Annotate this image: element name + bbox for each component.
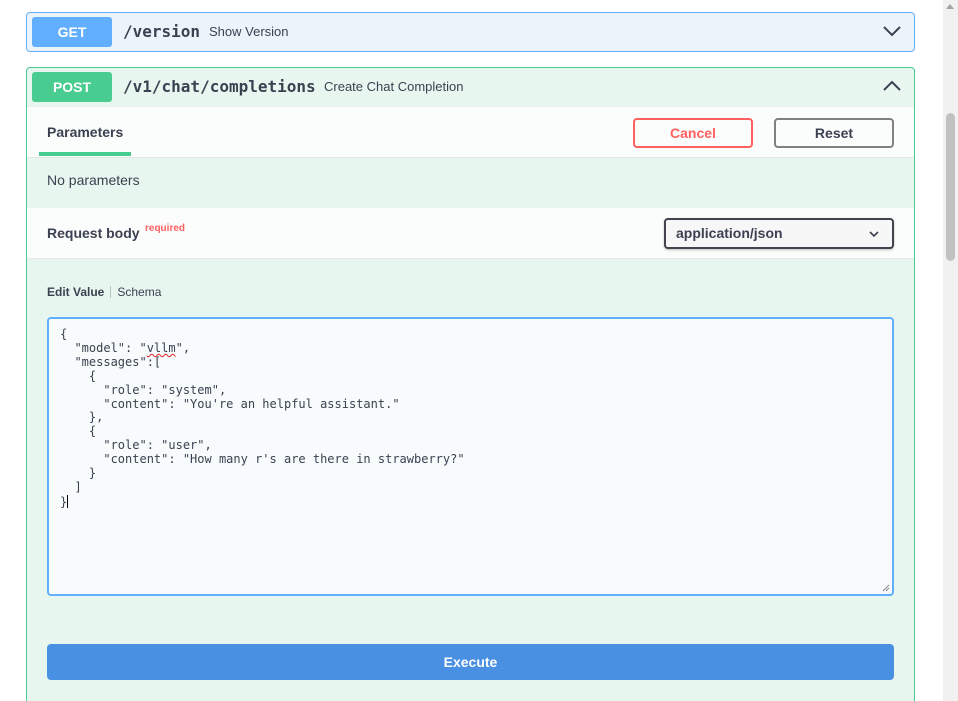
endpoint-path: /version — [123, 22, 201, 41]
editor-line: }, — [60, 410, 104, 425]
editor-line: "model": "vllm", — [60, 340, 191, 355]
request-body-header: Request body required application/json — [27, 208, 914, 259]
cancel-button[interactable]: Cancel — [633, 118, 753, 148]
chevron-down-icon[interactable] — [882, 21, 902, 41]
scroll-up-arrow-icon[interactable] — [946, 4, 954, 9]
content-type-value: application/json — [676, 225, 783, 241]
chevron-up-icon[interactable] — [882, 76, 902, 96]
page-scrollbar[interactable] — [943, 0, 958, 701]
method-badge-get: GET — [32, 17, 112, 47]
endpoint-path: /v1/chat/completions — [123, 77, 316, 96]
content-type-select[interactable]: application/json — [664, 218, 894, 249]
editor-line: "role": "system", — [60, 382, 227, 397]
editor-line: ] — [60, 479, 82, 494]
editor-line: "content": "You're an helpful assistant.… — [60, 396, 400, 411]
body-view-tabs: Edit Value Schema — [47, 285, 161, 299]
editor-line: "messages":[ — [60, 354, 162, 369]
endpoint-summary: Create Chat Completion — [324, 79, 464, 94]
request-body-title: Request body — [47, 225, 140, 241]
editor-line: { — [60, 424, 97, 439]
tab-divider — [110, 286, 112, 298]
spellcheck-word: vllm — [146, 340, 176, 355]
editor-line: "content": "How many r's are there in st… — [60, 452, 465, 467]
execute-button[interactable]: Execute — [47, 644, 894, 680]
editor-line: } — [60, 466, 97, 481]
reset-button[interactable]: Reset — [774, 118, 894, 148]
required-label: required — [145, 223, 186, 234]
editor-line: "role": "user", — [60, 438, 212, 453]
endpoint-summary: Show Version — [209, 24, 289, 39]
text-caret — [67, 494, 69, 508]
parameters-header: Parameters Cancel Reset — [27, 106, 914, 158]
editor-line: { — [60, 368, 97, 383]
no-parameters-text: No parameters — [47, 172, 140, 188]
scrollbar-thumb[interactable] — [946, 113, 955, 261]
tab-edit-value[interactable]: Edit Value — [47, 285, 104, 299]
method-badge-post: POST — [32, 72, 112, 102]
operation-get-version[interactable]: GET /version Show Version — [26, 12, 915, 52]
chevron-down-icon — [869, 231, 879, 238]
operation-post-chat-completions: POST /v1/chat/completions Create Chat Co… — [26, 67, 915, 701]
editor-line: { — [60, 327, 68, 341]
request-body-editor[interactable]: { "model": "vllm", "messages":[ { "role"… — [47, 317, 894, 596]
tab-parameters[interactable]: Parameters — [47, 107, 123, 158]
resize-handle-icon[interactable] — [882, 584, 890, 592]
editor-line: } — [60, 494, 68, 509]
active-tab-indicator — [39, 152, 131, 156]
tab-schema[interactable]: Schema — [117, 285, 161, 299]
